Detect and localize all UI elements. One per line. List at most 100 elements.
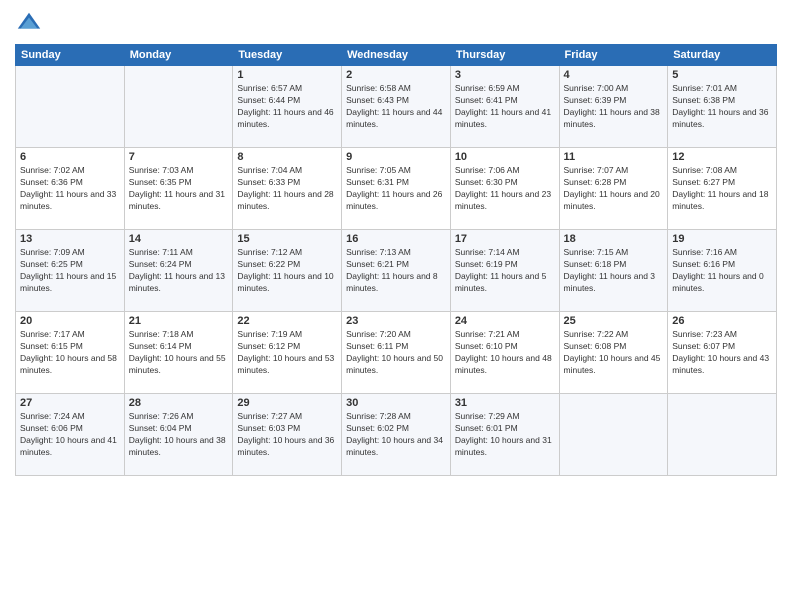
calendar-cell: 23 Sunrise: 7:20 AM Sunset: 6:11 PM Dayli… xyxy=(342,312,451,394)
day-info: Sunrise: 7:22 AM Sunset: 6:08 PM Dayligh… xyxy=(564,329,664,377)
day-info: Sunrise: 7:16 AM Sunset: 6:16 PM Dayligh… xyxy=(672,247,772,295)
day-info: Sunrise: 7:09 AM Sunset: 6:25 PM Dayligh… xyxy=(20,247,120,295)
calendar-cell: 13 Sunrise: 7:09 AM Sunset: 6:25 PM Dayli… xyxy=(16,230,125,312)
calendar-cell: 5 Sunrise: 7:01 AM Sunset: 6:38 PM Daylig… xyxy=(668,66,777,148)
calendar-cell: 29 Sunrise: 7:27 AM Sunset: 6:03 PM Dayli… xyxy=(233,394,342,476)
day-info: Sunrise: 7:12 AM Sunset: 6:22 PM Dayligh… xyxy=(237,247,337,295)
day-info: Sunrise: 7:17 AM Sunset: 6:15 PM Dayligh… xyxy=(20,329,120,377)
calendar-cell xyxy=(668,394,777,476)
weekday-header-row: SundayMondayTuesdayWednesdayThursdayFrid… xyxy=(16,45,777,66)
day-number: 23 xyxy=(346,315,446,327)
calendar-cell: 17Sunrise: 7:14 AM Sunset: 6:19 PM Dayli… xyxy=(450,230,559,312)
day-number: 26 xyxy=(672,315,772,327)
day-number: 25 xyxy=(564,315,664,327)
day-info: Sunrise: 7:01 AM Sunset: 6:38 PM Dayligh… xyxy=(672,83,772,131)
calendar-cell: 15 Sunrise: 7:12 AM Sunset: 6:22 PM Dayli… xyxy=(233,230,342,312)
day-number: 28 xyxy=(129,397,229,409)
weekday-header-wednesday: Wednesday xyxy=(342,45,451,66)
weekday-header-friday: Friday xyxy=(559,45,668,66)
day-info: Sunrise: 7:26 AM Sunset: 6:04 PM Dayligh… xyxy=(129,411,229,459)
day-info: Sunrise: 7:28 AM Sunset: 6:02 PM Dayligh… xyxy=(346,411,446,459)
day-number: 7 xyxy=(129,151,229,163)
weekday-header-tuesday: Tuesday xyxy=(233,45,342,66)
day-number: 20 xyxy=(20,315,120,327)
week-row-4: 20 Sunrise: 7:17 AM Sunset: 6:15 PM Dayli… xyxy=(16,312,777,394)
day-number: 14 xyxy=(129,233,229,245)
day-info: Sunrise: 7:18 AM Sunset: 6:14 PM Dayligh… xyxy=(129,329,229,377)
week-row-3: 13 Sunrise: 7:09 AM Sunset: 6:25 PM Dayli… xyxy=(16,230,777,312)
calendar-cell: 31 Sunrise: 7:29 AM Sunset: 6:01 PM Dayli… xyxy=(450,394,559,476)
day-info: Sunrise: 7:07 AM Sunset: 6:28 PM Dayligh… xyxy=(564,165,664,213)
calendar-cell: 10Sunrise: 7:06 AM Sunset: 6:30 PM Dayli… xyxy=(450,148,559,230)
day-number: 16 xyxy=(346,233,446,245)
calendar-cell: 4 Sunrise: 7:00 AM Sunset: 6:39 PM Daylig… xyxy=(559,66,668,148)
day-info: Sunrise: 7:27 AM Sunset: 6:03 PM Dayligh… xyxy=(237,411,337,459)
day-info: Sunrise: 7:23 AM Sunset: 6:07 PM Dayligh… xyxy=(672,329,772,377)
day-info: Sunrise: 7:24 AM Sunset: 6:06 PM Dayligh… xyxy=(20,411,120,459)
day-number: 29 xyxy=(237,397,337,409)
calendar-cell: 22Sunrise: 7:19 AM Sunset: 6:12 PM Dayli… xyxy=(233,312,342,394)
calendar-cell xyxy=(559,394,668,476)
day-info: Sunrise: 7:11 AM Sunset: 6:24 PM Dayligh… xyxy=(129,247,229,295)
calendar-cell xyxy=(124,66,233,148)
calendar-cell: 19Sunrise: 7:16 AM Sunset: 6:16 PM Dayli… xyxy=(668,230,777,312)
day-info: Sunrise: 7:03 AM Sunset: 6:35 PM Dayligh… xyxy=(129,165,229,213)
week-row-2: 6Sunrise: 7:02 AM Sunset: 6:36 PM Daylig… xyxy=(16,148,777,230)
calendar-cell: 6Sunrise: 7:02 AM Sunset: 6:36 PM Daylig… xyxy=(16,148,125,230)
calendar-cell: 21 Sunrise: 7:18 AM Sunset: 6:14 PM Dayli… xyxy=(124,312,233,394)
calendar-cell: 25 Sunrise: 7:22 AM Sunset: 6:08 PM Dayli… xyxy=(559,312,668,394)
day-info: Sunrise: 7:29 AM Sunset: 6:01 PM Dayligh… xyxy=(455,411,555,459)
day-number: 18 xyxy=(564,233,664,245)
day-info: Sunrise: 7:15 AM Sunset: 6:18 PM Dayligh… xyxy=(564,247,664,295)
weekday-header-monday: Monday xyxy=(124,45,233,66)
weekday-header-sunday: Sunday xyxy=(16,45,125,66)
day-number: 27 xyxy=(20,397,120,409)
day-info: Sunrise: 7:00 AM Sunset: 6:39 PM Dayligh… xyxy=(564,83,664,131)
calendar-cell: 26 Sunrise: 7:23 AM Sunset: 6:07 PM Dayli… xyxy=(668,312,777,394)
day-number: 5 xyxy=(672,69,772,81)
day-number: 4 xyxy=(564,69,664,81)
day-info: Sunrise: 6:59 AM Sunset: 6:41 PM Dayligh… xyxy=(455,83,555,131)
day-info: Sunrise: 7:20 AM Sunset: 6:11 PM Dayligh… xyxy=(346,329,446,377)
calendar-cell: 27 Sunrise: 7:24 AM Sunset: 6:06 PM Dayli… xyxy=(16,394,125,476)
day-info: Sunrise: 7:21 AM Sunset: 6:10 PM Dayligh… xyxy=(455,329,555,377)
day-number: 10 xyxy=(455,151,555,163)
calendar-cell: 2Sunrise: 6:58 AM Sunset: 6:43 PM Daylig… xyxy=(342,66,451,148)
calendar-cell: 1Sunrise: 6:57 AM Sunset: 6:44 PM Daylig… xyxy=(233,66,342,148)
calendar-cell: 30 Sunrise: 7:28 AM Sunset: 6:02 PM Dayli… xyxy=(342,394,451,476)
day-info: Sunrise: 6:57 AM Sunset: 6:44 PM Dayligh… xyxy=(237,83,337,131)
day-number: 15 xyxy=(237,233,337,245)
calendar-table: SundayMondayTuesdayWednesdayThursdayFrid… xyxy=(15,44,777,476)
day-info: Sunrise: 7:02 AM Sunset: 6:36 PM Dayligh… xyxy=(20,165,120,213)
day-info: Sunrise: 7:05 AM Sunset: 6:31 PM Dayligh… xyxy=(346,165,446,213)
calendar-cell: 18 Sunrise: 7:15 AM Sunset: 6:18 PM Dayli… xyxy=(559,230,668,312)
day-number: 12 xyxy=(672,151,772,163)
calendar-cell: 8 Sunrise: 7:04 AM Sunset: 6:33 PM Daylig… xyxy=(233,148,342,230)
weekday-header-saturday: Saturday xyxy=(668,45,777,66)
day-info: Sunrise: 7:08 AM Sunset: 6:27 PM Dayligh… xyxy=(672,165,772,213)
day-number: 11 xyxy=(564,151,664,163)
calendar-cell: 24 Sunrise: 7:21 AM Sunset: 6:10 PM Dayli… xyxy=(450,312,559,394)
day-number: 8 xyxy=(237,151,337,163)
day-number: 31 xyxy=(455,397,555,409)
day-info: Sunrise: 7:14 AM Sunset: 6:19 PM Dayligh… xyxy=(455,247,555,295)
weekday-header-thursday: Thursday xyxy=(450,45,559,66)
day-number: 24 xyxy=(455,315,555,327)
calendar-cell: 16Sunrise: 7:13 AM Sunset: 6:21 PM Dayli… xyxy=(342,230,451,312)
calendar-cell: 12 Sunrise: 7:08 AM Sunset: 6:27 PM Dayli… xyxy=(668,148,777,230)
calendar-cell: 28 Sunrise: 7:26 AM Sunset: 6:04 PM Dayli… xyxy=(124,394,233,476)
header xyxy=(15,10,777,38)
day-number: 22 xyxy=(237,315,337,327)
day-info: Sunrise: 7:04 AM Sunset: 6:33 PM Dayligh… xyxy=(237,165,337,213)
week-row-5: 27 Sunrise: 7:24 AM Sunset: 6:06 PM Dayli… xyxy=(16,394,777,476)
week-row-1: 1Sunrise: 6:57 AM Sunset: 6:44 PM Daylig… xyxy=(16,66,777,148)
calendar-page: SundayMondayTuesdayWednesdayThursdayFrid… xyxy=(0,0,792,612)
day-number: 30 xyxy=(346,397,446,409)
day-number: 3 xyxy=(455,69,555,81)
day-number: 21 xyxy=(129,315,229,327)
logo xyxy=(15,10,47,38)
day-info: Sunrise: 6:58 AM Sunset: 6:43 PM Dayligh… xyxy=(346,83,446,131)
calendar-cell: 7 Sunrise: 7:03 AM Sunset: 6:35 PM Daylig… xyxy=(124,148,233,230)
calendar-cell: 3 Sunrise: 6:59 AM Sunset: 6:41 PM Daylig… xyxy=(450,66,559,148)
day-number: 13 xyxy=(20,233,120,245)
